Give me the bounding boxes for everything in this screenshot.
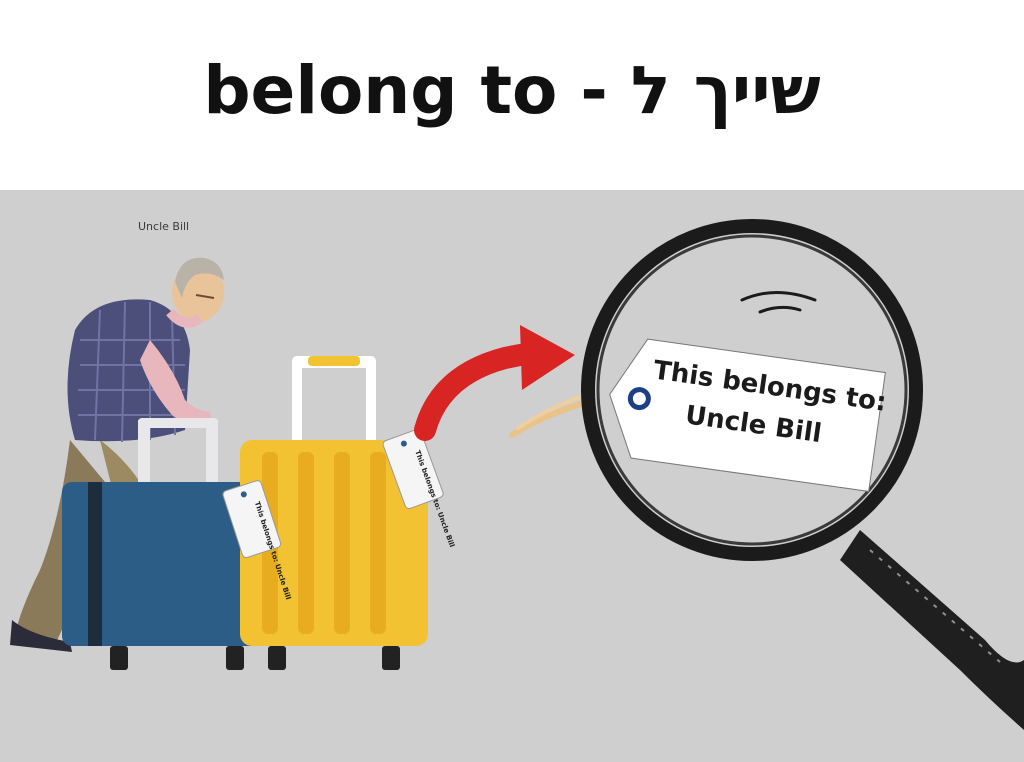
magnifying-glass: This belongs to: Uncle Bill xyxy=(581,219,1024,730)
page-title: belong to - שייך ל xyxy=(203,51,821,129)
person-name-label: Uncle Bill xyxy=(138,220,190,233)
illustration-scene: This belongs to: Uncle Bill This belongs… xyxy=(0,190,1024,762)
scene-drawing: This belongs to: Uncle Bill This belongs… xyxy=(10,219,1024,730)
page-header: belong to - שייך ל xyxy=(0,0,1024,190)
